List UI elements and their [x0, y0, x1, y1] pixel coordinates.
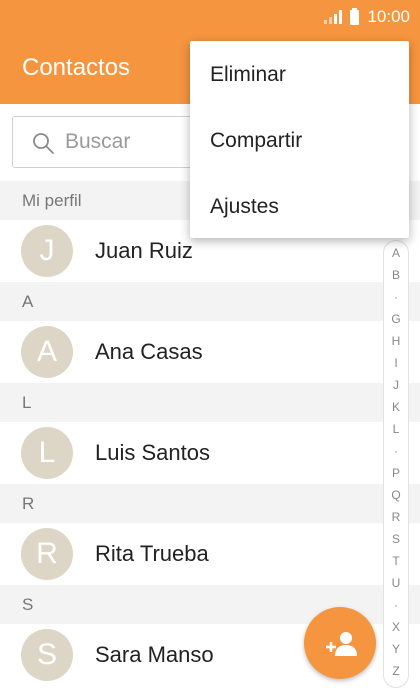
avatar: R [21, 528, 73, 580]
page-title: Contactos [22, 54, 131, 81]
menu-item-ajustes[interactable]: Ajustes [190, 174, 409, 240]
contact-name: Ana Casas [95, 339, 203, 364]
section-header-a: A [0, 282, 420, 321]
status-icons: 10:00 [324, 6, 410, 28]
section-header-r: R [0, 484, 420, 523]
contact-row[interactable]: R Rita Trueba [0, 523, 420, 585]
index-letter[interactable]: S [384, 531, 408, 547]
index-letter[interactable]: U [384, 575, 408, 591]
index-letter[interactable]: Q [384, 487, 408, 503]
menu-item-compartir[interactable]: Compartir [190, 108, 409, 174]
index-letter[interactable]: · [384, 289, 408, 305]
index-letter[interactable]: B [384, 267, 408, 283]
contact-list: Mi perfil J Juan Ruiz A A Ana Casas L L … [0, 181, 420, 686]
overflow-menu: Eliminar Compartir Ajustes [190, 41, 409, 238]
contact-row[interactable]: A Ana Casas [0, 321, 420, 383]
avatar: L [21, 427, 73, 479]
index-letter[interactable]: Z [384, 663, 408, 679]
avatar: S [21, 629, 73, 681]
contact-row[interactable]: L Luis Santos [0, 422, 420, 484]
search-icon [33, 133, 54, 154]
status-bar: 10:00 [0, 0, 420, 34]
contact-name: Rita Trueba [95, 541, 209, 566]
add-contact-icon [326, 632, 357, 656]
menu-item-eliminar[interactable]: Eliminar [190, 42, 409, 108]
signal-icon [324, 10, 343, 24]
index-letter[interactable]: J [384, 377, 408, 393]
index-letter[interactable]: L [384, 421, 408, 437]
section-header-l: L [0, 383, 420, 422]
status-time: 10:00 [367, 7, 410, 26]
index-letter[interactable]: I [384, 355, 408, 371]
contact-name: Luis Santos [95, 440, 210, 465]
alphabet-index[interactable]: A B · G H I J K L · P Q R S T U · X Y Z [383, 240, 409, 688]
index-letter[interactable]: Y [384, 641, 408, 657]
contact-name: Juan Ruiz [95, 238, 193, 263]
index-letter[interactable]: · [384, 597, 408, 613]
index-letter[interactable]: H [384, 333, 408, 349]
index-letter[interactable]: A [384, 245, 408, 261]
index-letter[interactable]: P [384, 465, 408, 481]
index-letter[interactable]: T [384, 553, 408, 569]
index-letter[interactable]: R [384, 509, 408, 525]
index-letter[interactable]: · [384, 443, 408, 459]
battery-icon [350, 7, 360, 25]
contact-name: Sara Manso [95, 642, 214, 667]
index-letter[interactable]: G [384, 311, 408, 327]
index-letter[interactable]: K [384, 399, 408, 415]
avatar: J [21, 225, 73, 277]
index-letter[interactable]: X [384, 619, 408, 635]
add-contact-button[interactable] [304, 607, 376, 679]
avatar: A [21, 326, 73, 378]
